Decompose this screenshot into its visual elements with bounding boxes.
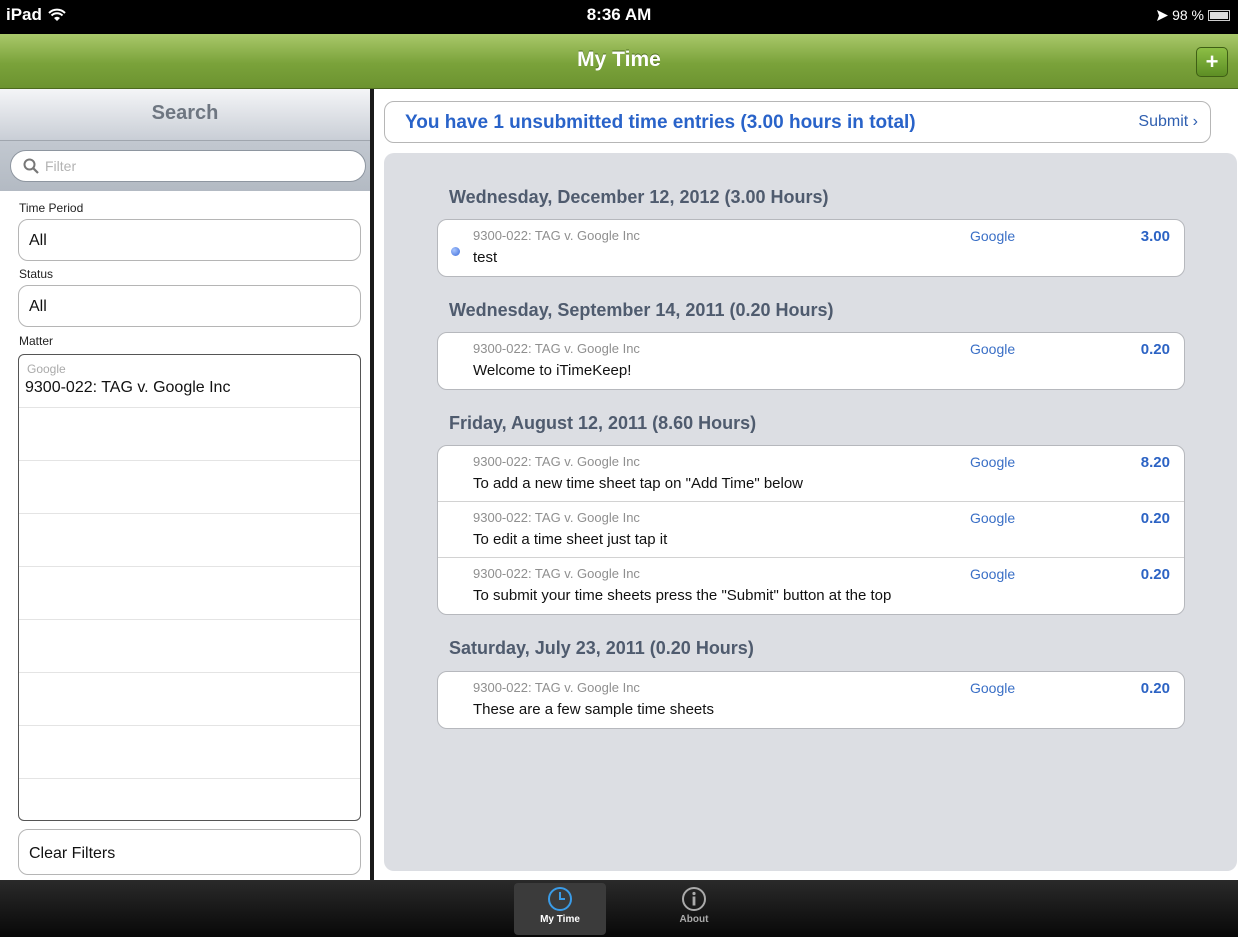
- entry-hours: 0.20: [1140, 566, 1170, 583]
- clear-filters-button[interactable]: Clear Filters: [18, 829, 361, 875]
- unsubmitted-dot-icon: [451, 247, 460, 256]
- entry-description: Welcome to iTimeKeep!: [473, 362, 632, 379]
- entry-matter: 9300-022: TAG v. Google Inc: [473, 228, 640, 243]
- entry-description: To submit your time sheets press the "Su…: [473, 587, 892, 604]
- time-entries-panel: You have 1 unsubmitted time entries (3.0…: [374, 89, 1238, 880]
- entry-hours: 8.20: [1140, 454, 1170, 471]
- filter-bar: [0, 141, 370, 191]
- entry-description: These are a few sample time sheets: [473, 701, 714, 718]
- status-bar: iPad 8:36 AM 98 %: [0, 0, 1238, 34]
- matter-list[interactable]: Google 9300-022: TAG v. Google Inc: [18, 354, 361, 821]
- matter-client: Google: [27, 362, 66, 376]
- status-right: 98 %: [1157, 7, 1230, 23]
- entry-matter: 9300-022: TAG v. Google Inc: [473, 454, 640, 469]
- entry-client: Google: [970, 510, 1016, 526]
- entry-client: Google: [970, 228, 1016, 244]
- entry-client: Google: [970, 454, 1016, 470]
- matter-row-empty: [19, 620, 360, 673]
- search-title: Search: [151, 102, 219, 124]
- entry-description: To edit a time sheet just tap it: [473, 531, 668, 548]
- entry-matter: 9300-022: TAG v. Google Inc: [473, 680, 640, 695]
- entry-hours: 0.20: [1140, 510, 1170, 527]
- day-group: 9300-022: TAG v. Google Inc test Google …: [437, 219, 1185, 277]
- tab-label: My Time: [540, 914, 580, 925]
- battery-percent: 98 %: [1172, 7, 1204, 23]
- tab-my-time[interactable]: My Time: [514, 883, 606, 935]
- search-icon: [23, 158, 39, 174]
- day-header: Saturday, July 23, 2011 (0.20 Hours): [449, 638, 754, 658]
- time-period-label: Time Period: [19, 201, 84, 215]
- matter-row-empty: [19, 461, 360, 514]
- status-time: 8:36 AM: [586, 5, 652, 24]
- matter-row-empty: [19, 514, 360, 567]
- entry-hours: 3.00: [1140, 228, 1170, 245]
- entry-hours: 0.20: [1140, 680, 1170, 697]
- filter-field[interactable]: [10, 150, 366, 182]
- location-arrow-icon: [1157, 9, 1169, 21]
- status-select[interactable]: All: [18, 285, 361, 327]
- status-label: Status: [19, 267, 54, 281]
- entry-client: Google: [970, 680, 1016, 696]
- day-group: 9300-022: TAG v. Google Inc Welcome to i…: [437, 332, 1185, 390]
- entry-matter: 9300-022: TAG v. Google Inc: [473, 566, 640, 581]
- clock-icon: [548, 887, 572, 911]
- entry-matter: 9300-022: TAG v. Google Inc: [473, 510, 640, 525]
- time-entry[interactable]: 9300-022: TAG v. Google Inc To add a new…: [438, 446, 1184, 502]
- info-icon: [682, 887, 706, 911]
- time-period-select[interactable]: All: [18, 219, 361, 261]
- matter-row[interactable]: Google 9300-022: TAG v. Google Inc: [19, 355, 360, 408]
- time-entry[interactable]: 9300-022: TAG v. Google Inc To edit a ti…: [438, 502, 1184, 558]
- matter-row-empty: [19, 673, 360, 726]
- matter-row-empty: [19, 567, 360, 620]
- entry-description: To add a new time sheet tap on "Add Time…: [473, 475, 804, 492]
- time-entry[interactable]: 9300-022: TAG v. Google Inc To submit yo…: [438, 558, 1184, 614]
- add-time-button[interactable]: +: [1196, 47, 1228, 77]
- search-panel: Search Time Period All Status All Matter…: [0, 89, 370, 880]
- matter-row-empty: [19, 726, 360, 779]
- matter-name: 9300-022: TAG v. Google Inc: [25, 379, 231, 396]
- day-header: Wednesday, September 14, 2011 (0.20 Hour…: [449, 300, 834, 320]
- tab-label: About: [679, 914, 709, 925]
- tab-bar: My Time About: [0, 880, 1238, 937]
- unsubmitted-message: You have 1 unsubmitted time entries (3.0…: [405, 112, 916, 133]
- entry-hours: 0.20: [1140, 341, 1170, 358]
- day-group: 9300-022: TAG v. Google Inc To add a new…: [437, 445, 1185, 615]
- unsubmitted-banner[interactable]: You have 1 unsubmitted time entries (3.0…: [384, 101, 1211, 143]
- time-entry[interactable]: 9300-022: TAG v. Google Inc Welcome to i…: [438, 333, 1184, 389]
- search-header: Search: [0, 89, 370, 141]
- nav-bar: My Time +: [0, 34, 1238, 89]
- day-header: Friday, August 12, 2011 (8.60 Hours): [449, 413, 757, 433]
- matter-row-empty: [19, 779, 360, 820]
- entry-description: test: [473, 249, 498, 266]
- time-entry-list: Wednesday, December 12, 2012 (3.00 Hours…: [384, 153, 1237, 871]
- day-group: 9300-022: TAG v. Google Inc These are a …: [437, 671, 1185, 729]
- tab-about[interactable]: About: [648, 883, 740, 935]
- entry-matter: 9300-022: TAG v. Google Inc: [473, 341, 640, 356]
- entry-client: Google: [970, 566, 1016, 582]
- matter-label: Matter: [19, 334, 54, 348]
- page-title: My Time: [577, 48, 661, 71]
- time-entry[interactable]: 9300-022: TAG v. Google Inc These are a …: [438, 672, 1184, 728]
- battery-icon: [1208, 9, 1230, 21]
- matter-row-empty: [19, 408, 360, 461]
- entry-client: Google: [970, 341, 1016, 357]
- day-header: Wednesday, December 12, 2012 (3.00 Hours…: [449, 187, 829, 207]
- time-entry[interactable]: 9300-022: TAG v. Google Inc test Google …: [438, 220, 1184, 276]
- filter-input[interactable]: [45, 158, 345, 174]
- submit-button[interactable]: Submit ›: [1138, 113, 1198, 131]
